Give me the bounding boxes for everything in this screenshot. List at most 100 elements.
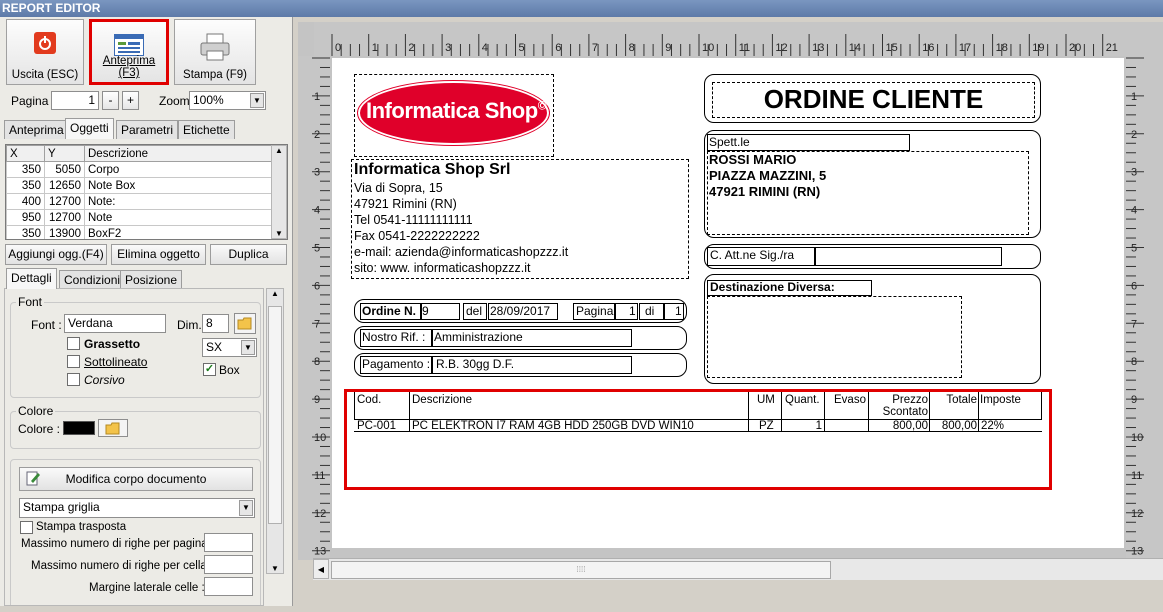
tab-oggetti[interactable]: Oggetti — [65, 118, 114, 139]
dest-label: Destinazione Diversa: — [710, 280, 835, 294]
tab-condizioni[interactable]: Condizioni — [59, 270, 126, 289]
folder-icon[interactable] — [234, 313, 256, 334]
margin-label: Margine laterale celle : — [89, 582, 205, 594]
ruler-label: 16 — [922, 42, 934, 54]
ruler-label: 13 — [812, 42, 824, 54]
zoom-value: 100% — [193, 93, 224, 107]
delete-object-button[interactable]: Elimina oggetto — [111, 244, 206, 265]
duplicate-button[interactable]: Duplica — [210, 244, 287, 265]
box-checkbox[interactable]: ✓ — [203, 363, 216, 376]
ref-value: Amministrazione — [434, 330, 523, 344]
tab-posizione[interactable]: Posizione — [120, 270, 183, 289]
zoom-select[interactable]: 100% ▼ — [189, 91, 266, 110]
ruler-label: 2 — [1131, 129, 1137, 141]
ruler-label: 9 — [1131, 394, 1137, 406]
ruler-label: 14 — [849, 42, 861, 54]
col-descrizione: Descrizione — [84, 145, 279, 162]
details-scrollbar[interactable]: ▲ ▼ — [266, 288, 284, 574]
tab-etichette[interactable]: Etichette — [178, 120, 235, 139]
font-input[interactable]: Verdana — [64, 314, 166, 333]
page-input[interactable]: 1 — [51, 91, 99, 110]
arrow-up-icon[interactable]: ▲ — [272, 146, 286, 155]
ruler-label: 7 — [592, 42, 598, 54]
company-line: Fax 0541-2222222222 — [354, 229, 480, 243]
objects-scrollbar[interactable]: ▲ ▼ — [271, 145, 287, 239]
ruler-label: 12 — [314, 508, 326, 520]
logo-text: Informatica Shop© — [366, 98, 547, 124]
chevron-down-icon[interactable]: ▼ — [241, 340, 255, 355]
scroll-thumb[interactable]: ⁞⁞⁞⁞ — [331, 561, 831, 579]
ruler-label: 1 — [1131, 91, 1137, 103]
page-plus-button[interactable]: + — [122, 91, 139, 110]
power-icon — [34, 32, 56, 57]
page-label: Pagina — [11, 94, 49, 108]
preview-button[interactable]: Anteprima (F3) — [89, 19, 169, 85]
table-row[interactable]: 400 12700 Note: — [6, 193, 287, 210]
ruler-label: 5 — [1131, 243, 1137, 255]
arrow-down-icon[interactable]: ▼ — [272, 229, 286, 238]
objects-table[interactable]: X Y Descrizione 350 5050 Corpo 350 12650 Note … — [5, 144, 288, 240]
ruler-label: 0 — [335, 42, 341, 54]
table-row[interactable]: 950 12700 Note — [6, 209, 287, 226]
ruler-label: 9 — [665, 42, 671, 54]
arrow-left-icon[interactable]: ◀ — [313, 559, 329, 579]
ruler-label: 13 — [1131, 546, 1143, 558]
color-label: Colore : — [18, 422, 61, 436]
table-row[interactable]: 350 13900 BoxF2 — [6, 225, 287, 239]
ruler-label: 5 — [519, 42, 525, 54]
main-tabs: Anteprima Oggetti Parametri Etichette — [4, 118, 288, 140]
chevron-down-icon[interactable]: ▼ — [239, 500, 253, 516]
dest-box[interactable] — [707, 296, 962, 378]
ruler-label: 2 — [314, 129, 320, 141]
exit-button[interactable]: Uscita (ESC) — [6, 19, 84, 85]
report-title: ORDINE CLIENTE — [763, 84, 984, 114]
transpose-checkbox[interactable] — [20, 521, 33, 534]
tab-anteprima[interactable]: Anteprima — [4, 120, 69, 139]
arrow-up-icon[interactable]: ▲ — [267, 289, 283, 298]
bold-checkbox[interactable] — [67, 337, 80, 350]
font-group-label: Font — [16, 295, 45, 309]
horizontal-scrollbar[interactable]: ◀ ⁞⁞⁞⁞ — [313, 558, 1163, 580]
ruler-label: 9 — [314, 394, 320, 406]
add-object-button[interactable]: Aggiungi ogg.(F4) — [5, 244, 107, 265]
tab-dettagli[interactable]: Dettagli — [6, 268, 57, 289]
table-row[interactable]: 350 5050 Corpo — [6, 161, 287, 178]
max-rows-page-input[interactable] — [204, 533, 253, 552]
italic-label: Corsivo — [84, 373, 125, 387]
order-page: 1 — [629, 304, 636, 318]
ruler-label: 8 — [629, 42, 635, 54]
print-button[interactable]: Stampa (F9) — [174, 19, 256, 85]
att-label: C. Att.ne Sig./ra — [710, 248, 795, 262]
bold-label: Grassetto — [84, 337, 141, 351]
underline-checkbox[interactable] — [67, 355, 80, 368]
folder-icon[interactable] — [98, 419, 128, 437]
customer-line: PIAZZA MAZZINI, 5 — [709, 168, 827, 183]
print-label: Stampa (F9) — [183, 69, 247, 81]
printer-icon — [199, 32, 231, 65]
box-label: Box — [219, 363, 240, 377]
chevron-down-icon[interactable]: ▼ — [250, 93, 264, 108]
company-line: Tel 0541-11111111111 — [354, 213, 473, 227]
payment-divider — [431, 356, 433, 374]
font-label: Font : — [31, 318, 62, 332]
edit-body-button[interactable]: Modifica corpo documento — [19, 467, 253, 491]
align-select[interactable]: SX ▼ — [202, 338, 257, 357]
margin-input[interactable] — [204, 577, 253, 596]
italic-checkbox[interactable] — [67, 373, 80, 386]
grid-select[interactable]: Stampa griglia ▼ — [19, 498, 255, 518]
company-line: e-mail: azienda@informaticashopzzz.it — [354, 245, 569, 259]
color-swatch[interactable] — [63, 421, 95, 435]
company-name: Informatica Shop Srl — [354, 161, 511, 178]
ruler-label: 6 — [314, 280, 320, 292]
page-minus-button[interactable]: - — [102, 91, 119, 110]
ruler-label: 20 — [1069, 42, 1081, 54]
tab-parametri[interactable]: Parametri — [116, 120, 179, 139]
details-pane: Font Font : Verdana Dim. 8 Grassetto Sot… — [4, 288, 264, 606]
dim-input[interactable]: 8 — [202, 314, 229, 333]
max-rows-cell-input[interactable] — [204, 555, 253, 574]
table-row[interactable]: 350 12650 Note Box — [6, 177, 287, 194]
color-group-label: Colore — [16, 404, 56, 418]
company-line: 47921 Rimini (RN) — [354, 197, 457, 211]
scroll-thumb[interactable] — [268, 306, 282, 524]
arrow-down-icon[interactable]: ▼ — [267, 564, 283, 573]
